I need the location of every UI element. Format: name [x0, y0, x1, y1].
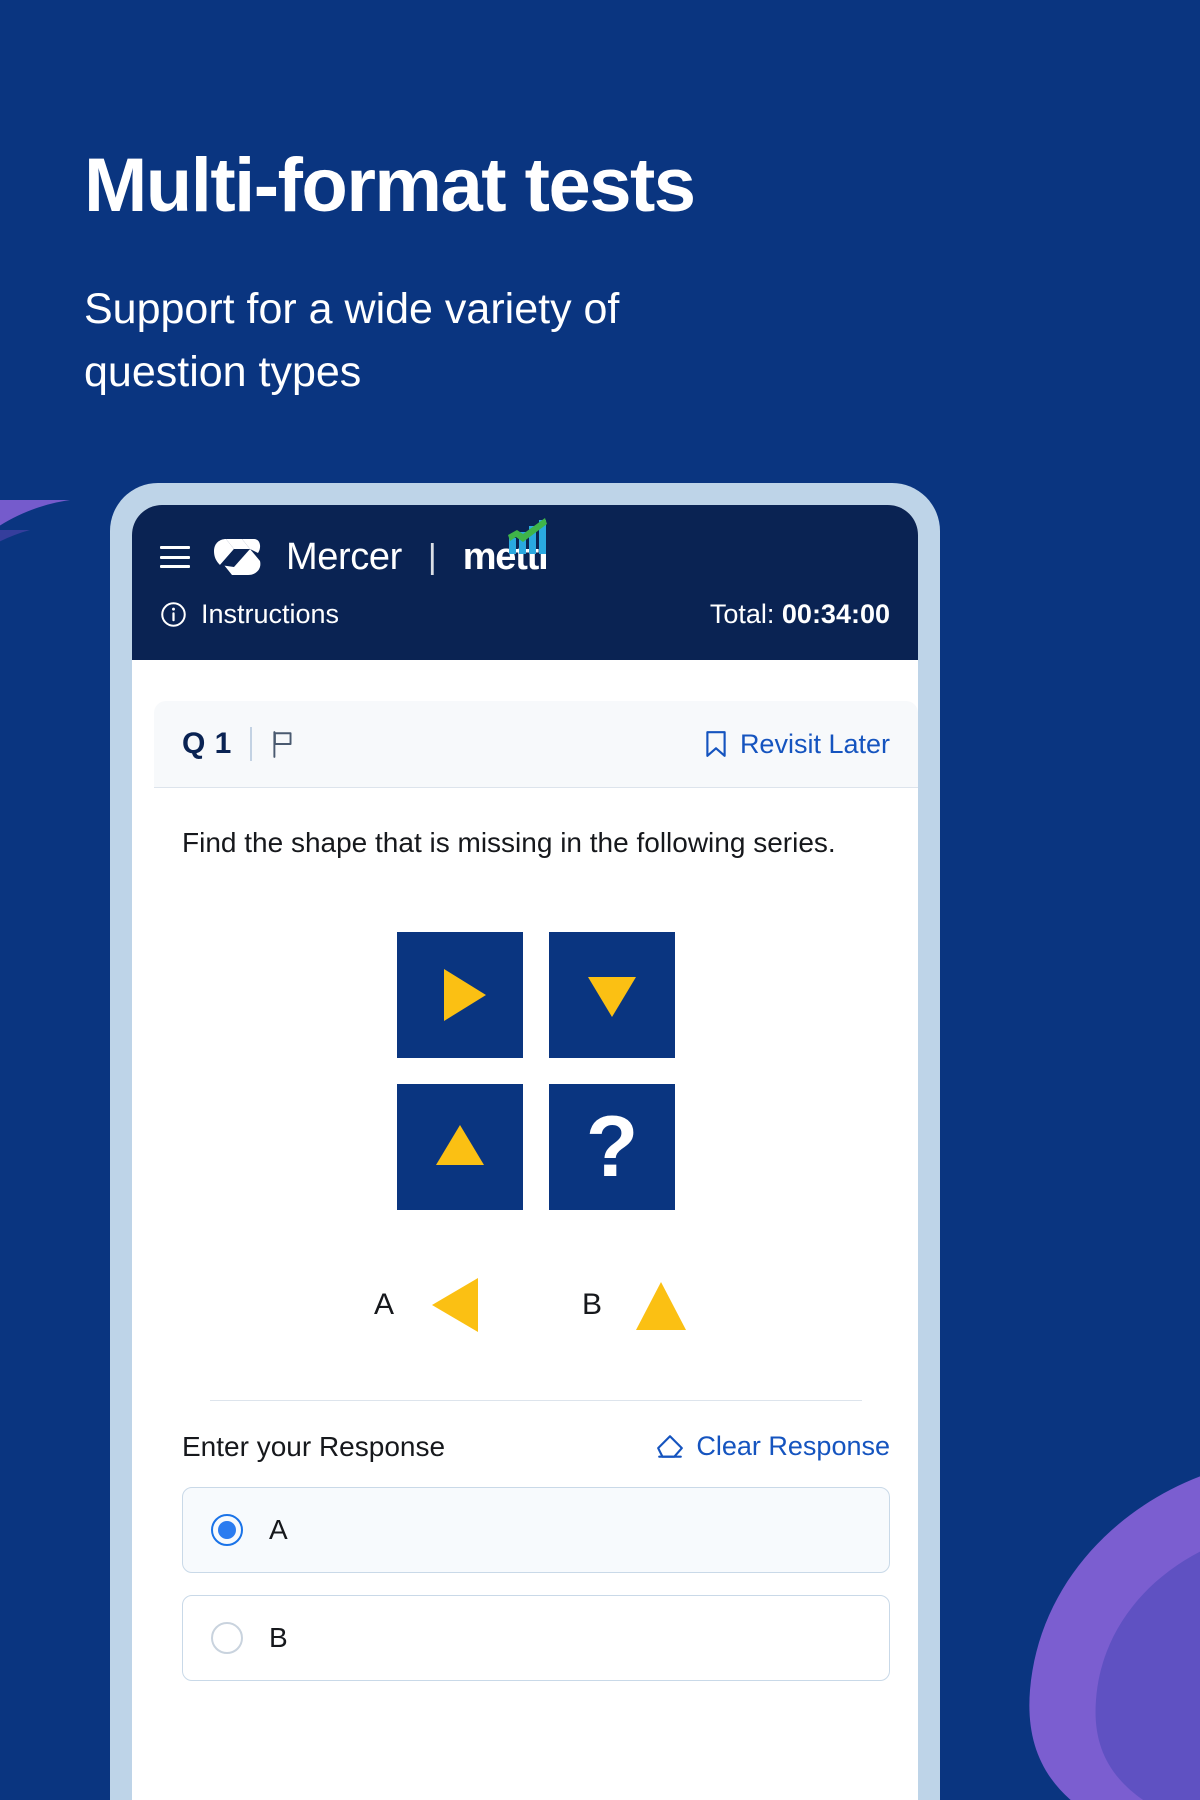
radio-dot [218, 1520, 236, 1539]
tile-triangle-down [549, 931, 675, 1058]
brand-row: Mercer | mettl [132, 505, 918, 593]
flag-icon[interactable] [270, 730, 296, 758]
phone-mockup-frame: Mercer | mettl Instructions Total: 00:34… [110, 483, 940, 1800]
response-option-b[interactable]: B [182, 1594, 890, 1681]
question-number: Q 1 [182, 727, 232, 760]
triangle-down-icon [588, 976, 636, 1017]
timer-display: Total: 00:34:00 [710, 599, 890, 630]
question-header: Q 1 Revisit Later [154, 701, 918, 788]
response-option-a-label: A [269, 1513, 288, 1545]
question-mark-glyph: ? [585, 1098, 639, 1195]
choice-shapes-row: A B [286, 1268, 786, 1342]
eraser-icon [657, 1434, 684, 1458]
question-body: Find the shape that is missing in the fo… [154, 788, 918, 1401]
tile-question-mark: ? [549, 1083, 675, 1210]
shape-series-grid: ? [397, 931, 675, 1210]
clear-response-label: Clear Response [696, 1431, 890, 1462]
revisit-later-label: Revisit Later [739, 728, 890, 759]
timer-value: 00:34:00 [781, 599, 890, 629]
bookmark-icon [706, 731, 726, 757]
question-prompt: Find the shape that is missing in the fo… [182, 827, 836, 858]
app-header: Mercer | mettl Instructions Total: 00:34… [132, 505, 918, 660]
choice-b-preview: B [582, 1268, 698, 1342]
instructions-row: Instructions Total: 00:34:00 [132, 593, 918, 660]
clear-response-button[interactable]: Clear Response [656, 1431, 890, 1462]
response-option-a[interactable]: A [182, 1486, 890, 1573]
radio-b-unselected[interactable] [211, 1621, 243, 1654]
tile-triangle-right [397, 931, 523, 1058]
tile-triangle-up [397, 1083, 523, 1210]
radio-a-selected[interactable] [211, 1513, 243, 1546]
choice-b-letter: B [582, 1287, 603, 1321]
revisit-later-button[interactable]: Revisit Later [704, 729, 890, 760]
mercer-logo-icon [212, 537, 264, 577]
info-circle-icon [161, 602, 186, 627]
page-subtitle: Support for a wide variety of question t… [84, 285, 620, 396]
response-section-label: Enter your Response [182, 1430, 446, 1462]
triangle-up-icon [436, 1124, 484, 1165]
instructions-label: Instructions [201, 599, 340, 629]
mettl-bars-icon [508, 518, 548, 554]
triangle-up-icon [636, 1281, 687, 1330]
mettl-lockup: mettl [463, 518, 549, 576]
timer-prefix: Total: [709, 599, 775, 629]
question-card: Q 1 Revisit Later Find the shape that is… [154, 701, 918, 1800]
mercer-wordmark: Mercer [286, 536, 402, 578]
header-divider [249, 727, 252, 761]
promo-screenshot: Multi-format tests Support for a wide va… [0, 0, 1200, 1800]
phone-screen: Mercer | mettl Instructions Total: 00:34… [132, 505, 918, 1800]
choice-a-letter: A [373, 1287, 394, 1321]
hamburger-icon[interactable] [160, 546, 190, 568]
instructions-button[interactable]: Instructions [160, 599, 339, 630]
page-title: Multi-format tests [84, 143, 696, 228]
response-header: Enter your Response Clear Response [154, 1401, 918, 1487]
triangle-left-icon [432, 1277, 478, 1332]
response-option-b-label: B [269, 1621, 288, 1653]
triangle-right-icon [444, 968, 486, 1021]
brand-divider: | [427, 538, 437, 576]
question-header-left: Q 1 [182, 727, 296, 761]
choice-a-preview: A [374, 1268, 490, 1342]
